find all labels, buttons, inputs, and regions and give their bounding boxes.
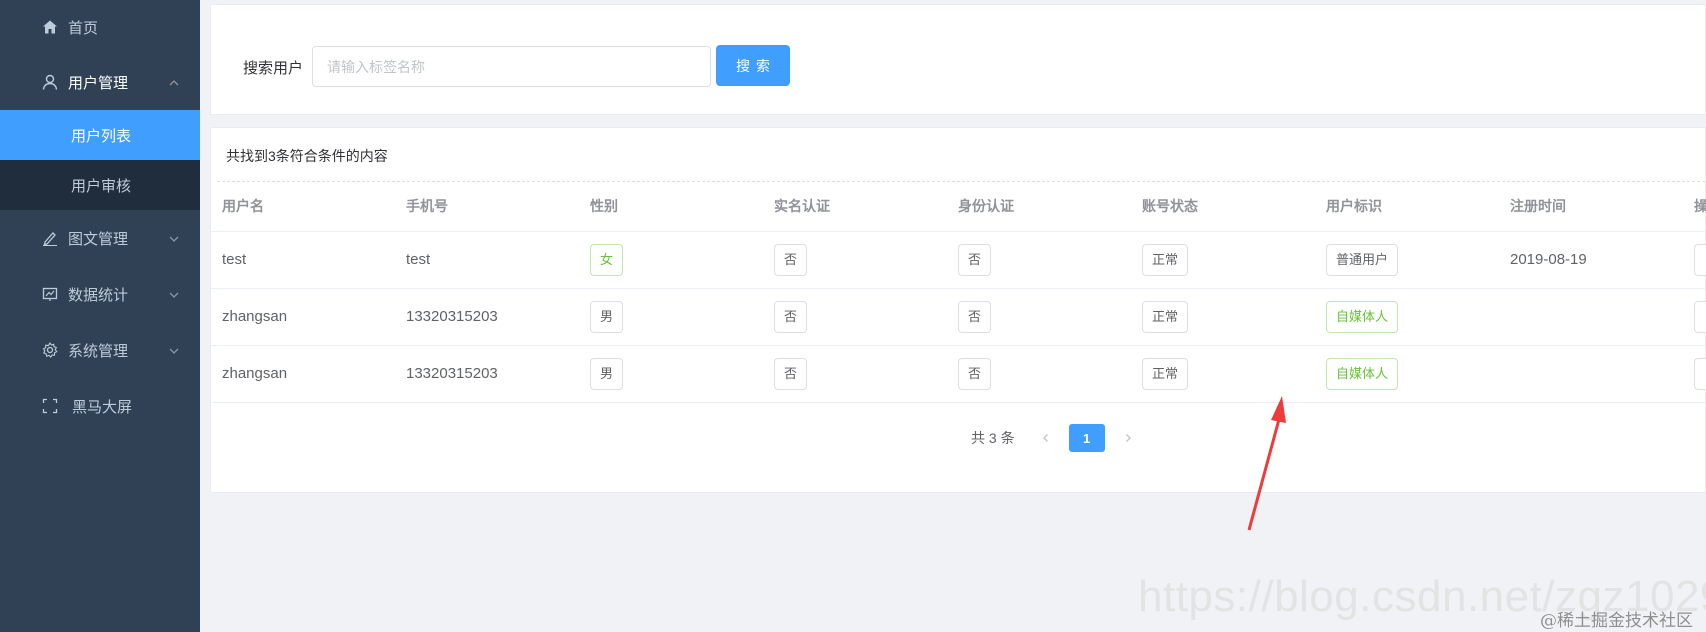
sidebar-item-statistics[interactable]: 数据统计	[0, 266, 200, 322]
sidebar-item-label: 用户列表	[71, 127, 132, 145]
sidebar-item-system[interactable]: 系统管理	[0, 322, 200, 378]
chevron-down-icon	[168, 232, 180, 244]
page-number-button[interactable]: 1	[1068, 424, 1105, 452]
table-row: test test 女 否 否 正常 普通用户 2019-08-19	[211, 231, 1706, 289]
status-tag: 正常	[1142, 357, 1189, 390]
cell-phone: 13320315203	[395, 345, 579, 403]
column-header-status: 账号状态	[1131, 181, 1315, 232]
submenu-user-management: 用户列表 用户审核	[0, 110, 200, 210]
column-header-phone: 手机号	[395, 181, 579, 232]
table-header-row: 用户名 手机号 性别 实名认证 身份认证 账号状态 用户标识 注册时间 操作	[211, 181, 1706, 232]
sidebar: 首页 用户管理 用户列表 用户审核 图文管理 数据统计 系统管理 黑马大屏	[0, 0, 200, 632]
next-page-button[interactable]	[1113, 424, 1143, 452]
home-icon	[42, 19, 58, 35]
realname-tag: 否	[774, 357, 808, 390]
cell-phone: test	[395, 231, 579, 289]
realname-tag: 否	[774, 243, 808, 276]
chevron-right-icon	[1125, 434, 1131, 442]
cell-username: zhangsan	[211, 345, 395, 403]
gender-tag: 男	[590, 300, 624, 333]
cell-username: test	[211, 231, 395, 289]
search-panel: 搜索用户 搜索	[210, 4, 1706, 115]
column-header-registered: 注册时间	[1499, 181, 1683, 232]
chevron-down-icon	[168, 344, 180, 356]
sidebar-item-label: 黑马大屏	[72, 398, 133, 416]
action-button[interactable]	[1694, 300, 1706, 333]
gender-tag: 男	[590, 357, 624, 390]
realname-tag: 否	[774, 300, 808, 333]
status-tag: 正常	[1142, 243, 1189, 276]
user-icon	[42, 74, 58, 90]
sidebar-item-label: 系统管理	[68, 342, 129, 360]
chart-icon	[42, 286, 58, 302]
cell-phone: 13320315203	[395, 288, 579, 346]
sidebar-item-user-review[interactable]: 用户审核	[0, 160, 200, 210]
user-flag-tag: 普通用户	[1326, 243, 1399, 276]
sidebar-item-home[interactable]: 首页	[0, 0, 200, 54]
chevron-up-icon	[168, 76, 180, 88]
prev-page-button[interactable]	[1031, 424, 1061, 452]
results-panel: 共找到3条符合条件的内容 用户名 手机号 性别 实名认证 身份认证 账号状态 用…	[210, 127, 1706, 493]
watermark-credit: @稀土掘金技术社区	[1540, 611, 1693, 631]
cell-registered	[1499, 345, 1683, 403]
column-header-gender: 性别	[579, 181, 763, 232]
column-header-identity: 身份认证	[947, 181, 1131, 232]
column-header-realname: 实名认证	[763, 181, 947, 232]
gear-icon	[42, 342, 58, 358]
action-button[interactable]	[1694, 243, 1706, 276]
user-flag-tag: 自媒体人	[1326, 300, 1399, 333]
sidebar-item-label: 用户管理	[68, 74, 129, 92]
action-button[interactable]	[1694, 357, 1706, 390]
user-flag-tag: 自媒体人	[1326, 357, 1399, 390]
results-summary: 共找到3条符合条件的内容	[226, 148, 388, 164]
search-input[interactable]	[312, 46, 711, 87]
sidebar-item-user-management[interactable]: 用户管理	[0, 54, 200, 110]
identity-tag: 否	[958, 300, 992, 333]
table-row: zhangsan 13320315203 男 否 否 正常 自媒体人	[211, 345, 1706, 403]
chevron-left-icon	[1042, 434, 1048, 442]
sidebar-item-label: 首页	[68, 19, 99, 37]
sidebar-item-label: 用户审核	[71, 177, 132, 195]
pen-icon	[42, 230, 58, 246]
search-label: 搜索用户	[243, 60, 304, 77]
cell-registered: 2019-08-19	[1499, 231, 1683, 289]
pagination-total: 共 3 条	[971, 430, 1015, 446]
identity-tag: 否	[958, 243, 992, 276]
search-button[interactable]: 搜索	[716, 45, 790, 86]
sidebar-item-bigscreen[interactable]: 黑马大屏	[0, 378, 200, 434]
sidebar-item-label: 图文管理	[68, 230, 129, 248]
user-table: 用户名 手机号 性别 实名认证 身份认证 账号状态 用户标识 注册时间 操作 t…	[211, 181, 1706, 403]
sidebar-item-label: 数据统计	[68, 286, 129, 304]
sidebar-item-user-list[interactable]: 用户列表	[0, 110, 200, 160]
fullscreen-icon	[42, 398, 58, 414]
column-header-flag: 用户标识	[1315, 181, 1499, 232]
status-tag: 正常	[1142, 300, 1189, 333]
gender-tag: 女	[590, 243, 624, 276]
sidebar-item-content-management[interactable]: 图文管理	[0, 210, 200, 266]
column-header-actions: 操作	[1683, 181, 1706, 232]
cell-username: zhangsan	[211, 288, 395, 346]
column-header-username: 用户名	[211, 181, 395, 232]
table-row: zhangsan 13320315203 男 否 否 正常 自媒体人	[211, 288, 1706, 346]
pagination: 共 3 条 1	[971, 423, 1143, 453]
chevron-down-icon	[168, 288, 180, 300]
identity-tag: 否	[958, 357, 992, 390]
cell-registered	[1499, 288, 1683, 346]
